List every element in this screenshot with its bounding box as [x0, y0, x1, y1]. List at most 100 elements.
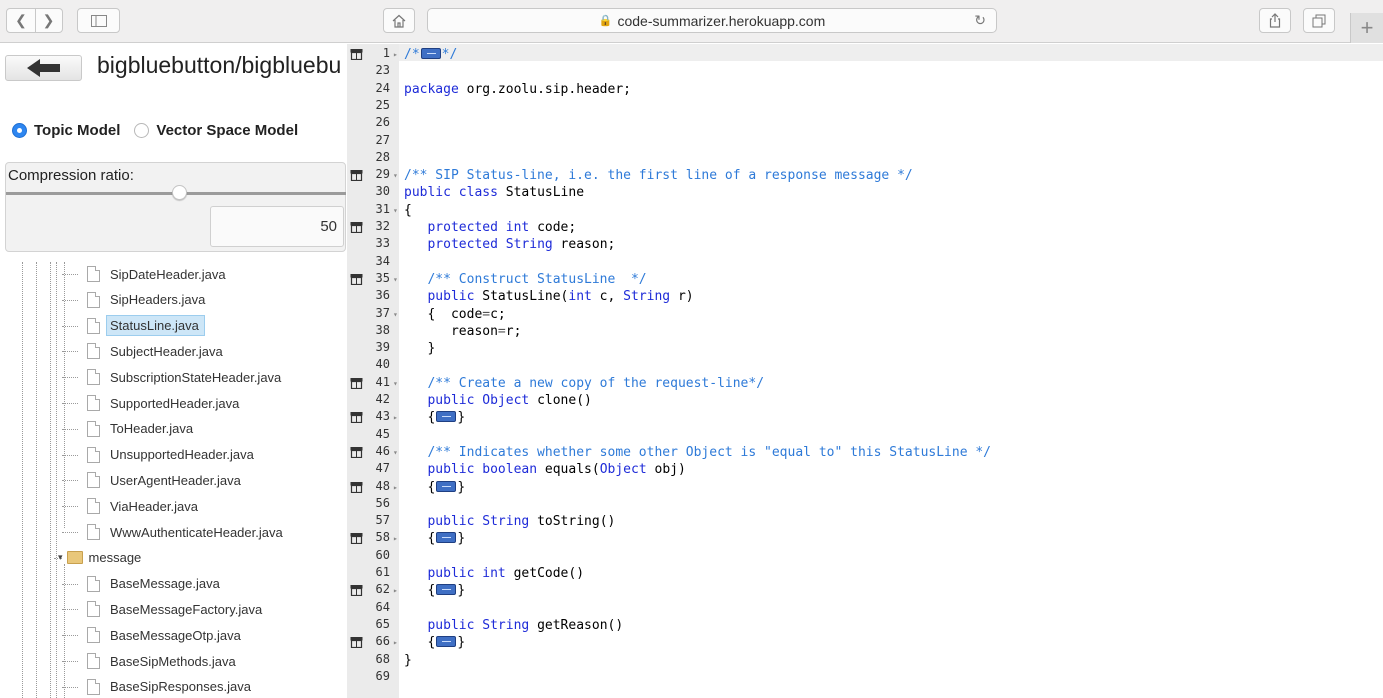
folded-code-icon[interactable] — [436, 480, 457, 492]
tree-file[interactable]: UserAgentHeader.java — [62, 468, 241, 492]
fold-marker-icon[interactable] — [350, 221, 363, 234]
tree-item-label[interactable]: ViaHeader.java — [110, 499, 198, 514]
tree-file[interactable]: WwwAuthenticateHeader.java — [62, 520, 283, 544]
code-line[interactable]: /** Construct StatusLine */ — [404, 271, 646, 288]
fold-marker-icon[interactable] — [350, 48, 363, 61]
tree-file[interactable]: SupportedHeader.java — [62, 391, 239, 415]
tree-file[interactable]: BaseSipResponses.java — [62, 675, 251, 698]
code-line[interactable]: {} — [404, 479, 465, 496]
tree-file[interactable]: BaseMessageFactory.java — [62, 597, 262, 621]
code-line[interactable]: package org.zoolu.sip.header; — [404, 81, 631, 98]
tree-item-label[interactable]: SubjectHeader.java — [110, 344, 223, 359]
folded-code-icon[interactable] — [436, 636, 457, 648]
tree-item-label[interactable]: SipDateHeader.java — [110, 267, 226, 282]
code-line[interactable]: public boolean equals(Object obj) — [404, 461, 685, 478]
back-button[interactable] — [5, 55, 82, 81]
tree-file[interactable]: ToHeader.java — [62, 417, 193, 441]
tree-item-label[interactable]: ToHeader.java — [110, 421, 193, 436]
code-line[interactable]: public StatusLine(int c, String r) — [404, 288, 693, 305]
code-line[interactable]: public String toString() — [404, 513, 615, 530]
fold-marker-icon[interactable] — [350, 446, 363, 458]
code-line[interactable]: {} — [404, 634, 465, 651]
fold-toggle-icon[interactable]: ▸ — [393, 479, 398, 496]
fold-toggle-icon[interactable]: ▸ — [393, 530, 398, 547]
fold-marker-icon[interactable] — [350, 169, 363, 182]
code-line[interactable]: /* */ — [404, 46, 457, 63]
fold-marker-icon[interactable] — [350, 636, 363, 649]
tree-item-label[interactable]: BaseMessageFactory.java — [110, 602, 262, 617]
tree-file[interactable]: SubjectHeader.java — [62, 339, 223, 363]
code-line[interactable]: {} — [404, 582, 465, 599]
code-line[interactable]: public Object clone() — [404, 392, 591, 409]
fold-toggle-icon[interactable]: ▸ — [393, 582, 398, 599]
tree-item-label[interactable]: BaseSipResponses.java — [110, 679, 251, 694]
fold-toggle-icon[interactable]: ▾ — [393, 202, 398, 219]
tree-item-label[interactable]: BaseMessage.java — [110, 576, 220, 591]
tree-file[interactable]: BaseSipMethods.java — [62, 649, 236, 673]
tree-file[interactable]: SipDateHeader.java — [62, 262, 226, 286]
compression-value-field[interactable]: 50 — [210, 206, 344, 247]
tree-file[interactable]: BaseMessageOtp.java — [62, 623, 241, 647]
share-button[interactable] — [1259, 8, 1291, 33]
vector-space-model-label[interactable]: Vector Space Model — [156, 122, 298, 139]
tabs-button[interactable] — [1303, 8, 1335, 33]
fold-marker-icon[interactable] — [350, 411, 363, 424]
code-line[interactable]: { — [404, 202, 412, 219]
compression-slider-thumb[interactable] — [172, 185, 187, 200]
fold-toggle-icon[interactable]: ▾ — [393, 167, 398, 184]
fold-toggle-icon[interactable]: ▸ — [393, 46, 398, 63]
code-line[interactable]: /** SIP Status-line, i.e. the first line… — [404, 167, 913, 184]
tree-file[interactable]: UnsupportedHeader.java — [62, 443, 254, 467]
code-line[interactable]: public class StatusLine — [404, 184, 584, 201]
tree-file[interactable]: SipHeaders.java — [62, 288, 205, 312]
fold-marker-icon[interactable] — [350, 377, 363, 389]
fold-marker-icon[interactable] — [350, 273, 363, 285]
fold-toggle-icon[interactable]: ▾ — [393, 444, 398, 461]
reload-icon[interactable]: ↻ — [974, 12, 986, 29]
fold-toggle-icon[interactable]: ▾ — [393, 375, 398, 392]
code-line[interactable]: /** Create a new copy of the request-lin… — [404, 375, 764, 392]
folded-code-icon[interactable] — [436, 532, 457, 544]
code-line[interactable]: {} — [404, 530, 465, 547]
tree-item-label[interactable]: UnsupportedHeader.java — [110, 447, 254, 462]
tree-item-label[interactable]: SipHeaders.java — [110, 292, 205, 307]
folded-code-icon[interactable] — [436, 411, 457, 423]
tree-file[interactable]: BaseMessage.java — [62, 572, 220, 596]
fold-marker-icon[interactable] — [350, 481, 363, 493]
tree-folder[interactable]: ▾ message — [54, 546, 142, 570]
fold-toggle-icon[interactable]: ▾ — [393, 306, 398, 323]
code-line[interactable]: reason=r; — [404, 323, 521, 340]
tree-file[interactable]: StatusLine.java — [62, 314, 205, 338]
code-line[interactable]: } — [404, 652, 412, 669]
topic-model-label[interactable]: Topic Model — [34, 122, 120, 139]
code-line[interactable]: {} — [404, 409, 465, 426]
tree-file[interactable]: SubscriptionStateHeader.java — [62, 365, 281, 389]
fold-marker-icon[interactable] — [350, 584, 363, 597]
code-line[interactable]: public String getReason() — [404, 617, 623, 634]
code-line[interactable]: /** Indicates whether some other Object … — [404, 444, 991, 461]
sidebar-toggle-button[interactable] — [77, 8, 120, 33]
tree-item-label[interactable]: StatusLine.java — [106, 315, 205, 337]
fold-toggle-icon[interactable]: ▾ — [393, 271, 398, 288]
code-editor[interactable]: 1 ▸/* */23 24 package org.zoolu.sip.header; 2… — [347, 44, 1383, 698]
tree-file[interactable]: ViaHeader.java — [62, 494, 198, 518]
home-button[interactable] — [383, 8, 415, 33]
folded-code-icon[interactable] — [436, 584, 457, 596]
code-line[interactable]: protected String reason; — [404, 236, 615, 253]
tree-item-label[interactable]: SubscriptionStateHeader.java — [110, 370, 281, 385]
topic-model-radio[interactable] — [12, 123, 27, 138]
forward-nav-icon[interactable]: ❯ — [34, 9, 62, 32]
address-bar[interactable]: 🔒 code-summarizer.herokuapp.com ↻ — [427, 8, 997, 33]
code-line[interactable]: } — [404, 340, 435, 357]
code-line[interactable]: protected int code; — [404, 219, 576, 236]
tree-item-label[interactable]: message — [89, 550, 142, 565]
fold-toggle-icon[interactable]: ▸ — [393, 409, 398, 426]
new-tab-button[interactable]: + — [1350, 13, 1383, 43]
tree-item-label[interactable]: SupportedHeader.java — [110, 396, 239, 411]
vector-space-model-radio[interactable] — [134, 123, 150, 138]
tree-item-label[interactable]: BaseSipMethods.java — [110, 654, 236, 669]
code-line[interactable]: public int getCode() — [404, 565, 584, 582]
fold-toggle-icon[interactable]: ▸ — [393, 634, 398, 651]
back-nav-icon[interactable]: ❮ — [8, 9, 35, 32]
tree-item-label[interactable]: UserAgentHeader.java — [110, 473, 241, 488]
